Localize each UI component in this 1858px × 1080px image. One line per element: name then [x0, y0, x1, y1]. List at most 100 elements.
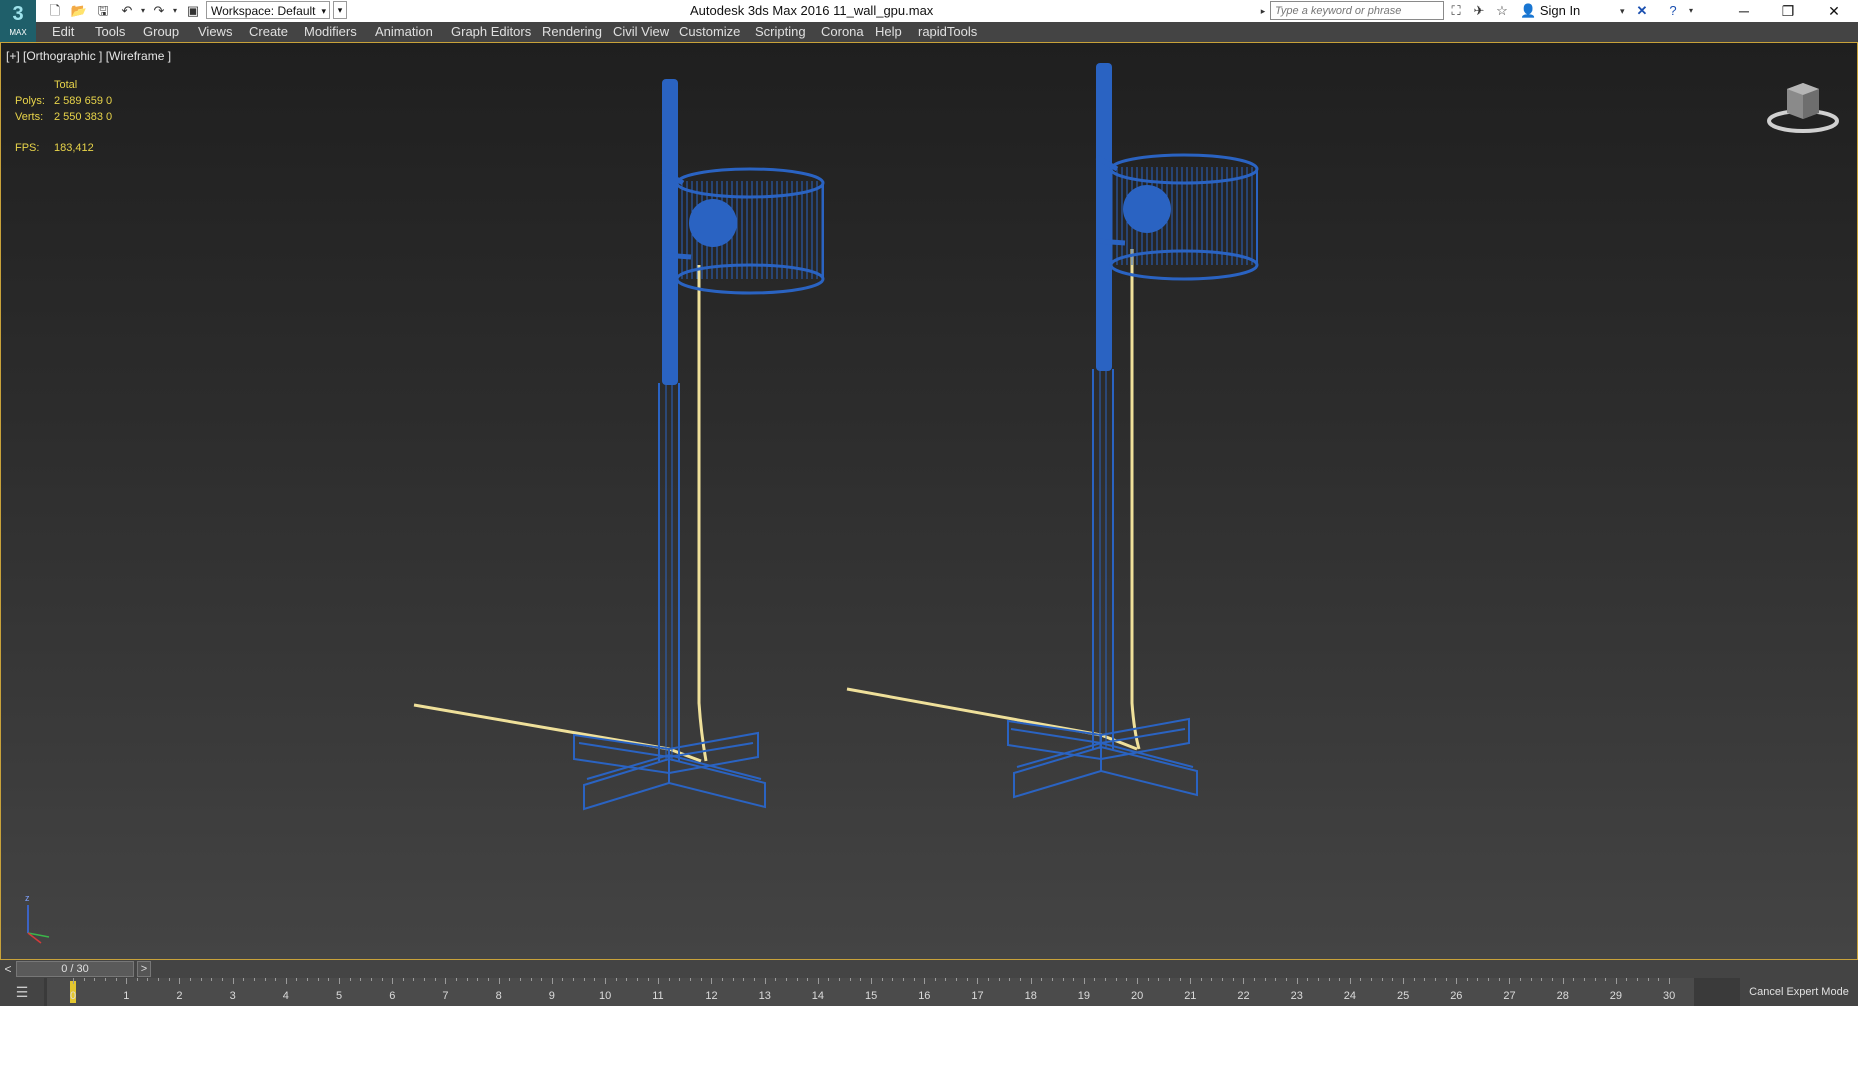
timeline-tick-mark [339, 978, 340, 984]
save-file-icon[interactable]: 🖫 [94, 2, 112, 20]
close-button[interactable]: ✕ [1812, 0, 1856, 22]
chevron-down-icon: ▾ [321, 6, 326, 16]
timeline-tick-mark [1403, 978, 1404, 984]
menu-civil-view[interactable]: Civil View [613, 22, 669, 42]
timeline-minor-tick [147, 978, 149, 981]
timeline-tick-label: 2 [176, 990, 183, 1002]
communication-center-icon[interactable]: ✈ [1470, 2, 1488, 20]
title-bar: 3 MAX 🗋 📂 🖫 ↶ ▾ ↷ ▾ ▣ Workspace: Default… [0, 0, 1858, 42]
empty-area [0, 1006, 1858, 1080]
menu-animation[interactable]: Animation [375, 22, 433, 42]
time-slider[interactable]: < 0 / 30 > [0, 960, 1858, 978]
timeline-minor-tick [562, 978, 564, 981]
timeline-minor-tick [700, 978, 702, 981]
floor-lamp-1[interactable] [413, 79, 825, 811]
help-icon[interactable]: ? [1664, 2, 1682, 20]
timeline-tick-mark [1562, 978, 1564, 984]
open-file-icon[interactable]: 📂 [70, 2, 88, 20]
timeline-track[interactable]: 0 1 2 3 4 5 6 7 8 9 10 11 12 13 14 15 16 17 18 19 20 21 22 23 24… [47, 978, 1694, 1006]
timeline-tick-label: 0 [70, 990, 77, 1002]
timeline-minor-tick [530, 978, 532, 981]
search-input[interactable] [1270, 1, 1444, 20]
timeline-tick-label: 30 [1663, 990, 1676, 1002]
timeline-minor-tick [1009, 978, 1011, 981]
timeline-minor-tick [168, 978, 170, 981]
timeline-tick-mark [73, 978, 74, 984]
menu-rapidtools[interactable]: rapidTools [918, 22, 977, 42]
menu-views[interactable]: Views [198, 22, 232, 42]
timeline-minor-tick [466, 978, 468, 981]
timeline-minor-tick [1371, 978, 1373, 981]
menu-modifiers[interactable]: Modifiers [304, 22, 357, 42]
menu-customize[interactable]: Customize [679, 22, 740, 42]
timeline-tick-mark [1349, 978, 1351, 984]
timeline-minor-tick [934, 978, 936, 981]
timeline-minor-tick [1381, 978, 1383, 981]
timeline-minor-tick [1179, 978, 1181, 981]
timeline-tick-label: 15 [865, 990, 878, 1002]
menu-create[interactable]: Create [249, 22, 288, 42]
next-frame-button[interactable]: > [137, 961, 151, 977]
timeline-minor-tick [807, 978, 809, 981]
timeline-minor-tick [1626, 978, 1628, 981]
workspace-dropdown[interactable]: Workspace: Default ▾ [206, 1, 330, 19]
new-file-icon[interactable]: 🗋 [46, 2, 64, 20]
timeline-minor-tick [1498, 978, 1500, 981]
quick-access-customize-button[interactable]: ▾ [333, 1, 347, 19]
menu-edit[interactable]: Edit [52, 22, 74, 42]
timeline-minor-tick [1583, 978, 1585, 981]
timeline-tick-label: 12 [705, 990, 718, 1002]
timeline-minor-tick [1360, 978, 1362, 981]
timeline-minor-tick [966, 978, 968, 981]
timeline-minor-tick [1466, 978, 1468, 981]
menu-rendering[interactable]: Rendering [542, 22, 602, 42]
sign-in-button[interactable]: 👤 Sign In [1520, 2, 1580, 20]
timeline-minor-tick [849, 978, 851, 981]
menu-scripting[interactable]: Scripting [755, 22, 806, 42]
timeline-tick-label: 22 [1237, 990, 1250, 1002]
time-slider-thumb[interactable]: 0 / 30 [16, 961, 134, 977]
previous-frame-button[interactable]: < [2, 960, 14, 978]
timeline-minor-tick [1520, 978, 1522, 981]
chevron-down-icon: ▾ [337, 5, 343, 15]
timeline-minor-tick [626, 978, 628, 981]
menu-graph-editors[interactable]: Graph Editors [451, 22, 531, 42]
timeline-minor-tick [775, 978, 777, 981]
exchange-apps-icon[interactable]: ✕ [1633, 2, 1651, 20]
timeline-minor-tick [1168, 978, 1170, 981]
timeline-minor-tick [328, 978, 330, 981]
timeline-tick-label: 1 [123, 990, 130, 1002]
floor-lamp-2[interactable] [846, 63, 1259, 799]
timeline-tick-mark [1615, 978, 1617, 984]
help-dropdown-icon[interactable]: ▾ [1682, 2, 1700, 20]
timeline-tick-mark [1137, 978, 1138, 984]
timeline-minor-tick [1200, 978, 1202, 981]
timeline-minor-tick [413, 978, 415, 981]
timeline-tick-mark [232, 978, 234, 984]
timeline-minor-tick [743, 978, 745, 981]
timeline-minor-tick [1105, 978, 1107, 981]
redo-dropdown-icon[interactable]: ▾ [166, 2, 184, 20]
timeline-minor-tick [200, 978, 202, 981]
timeline-minor-tick [1541, 978, 1543, 981]
curve-editor-toggle-icon[interactable]: ☰ [0, 978, 44, 1006]
timeline-minor-tick [1647, 978, 1649, 981]
timeline-minor-tick [381, 978, 383, 981]
timeline-minor-tick [1051, 978, 1053, 981]
cancel-expert-mode-button[interactable]: Cancel Expert Mode [1740, 978, 1858, 1006]
orthographic-viewport[interactable]: [+] [Orthographic ] [Wireframe ] Total P… [0, 42, 1858, 960]
binoculars-icon[interactable]: ⛶ [1447, 2, 1465, 20]
menu-tools[interactable]: Tools [95, 22, 125, 42]
timeline-minor-tick [1275, 978, 1277, 981]
minimize-button[interactable]: ─ [1722, 0, 1766, 22]
timeline-tick-label: 23 [1290, 990, 1303, 1002]
restore-button[interactable]: ❐ [1766, 0, 1810, 22]
timeline-minor-tick [753, 978, 755, 981]
menu-corona[interactable]: Corona [821, 22, 864, 42]
project-folder-icon[interactable]: ▣ [184, 2, 202, 20]
chevron-down-icon[interactable]: ▾ [1620, 2, 1625, 20]
timeline-minor-tick [360, 978, 362, 981]
app-menu-button[interactable]: 3 MAX [0, 0, 36, 42]
menu-group[interactable]: Group [143, 22, 179, 42]
menu-help[interactable]: Help [875, 22, 902, 42]
